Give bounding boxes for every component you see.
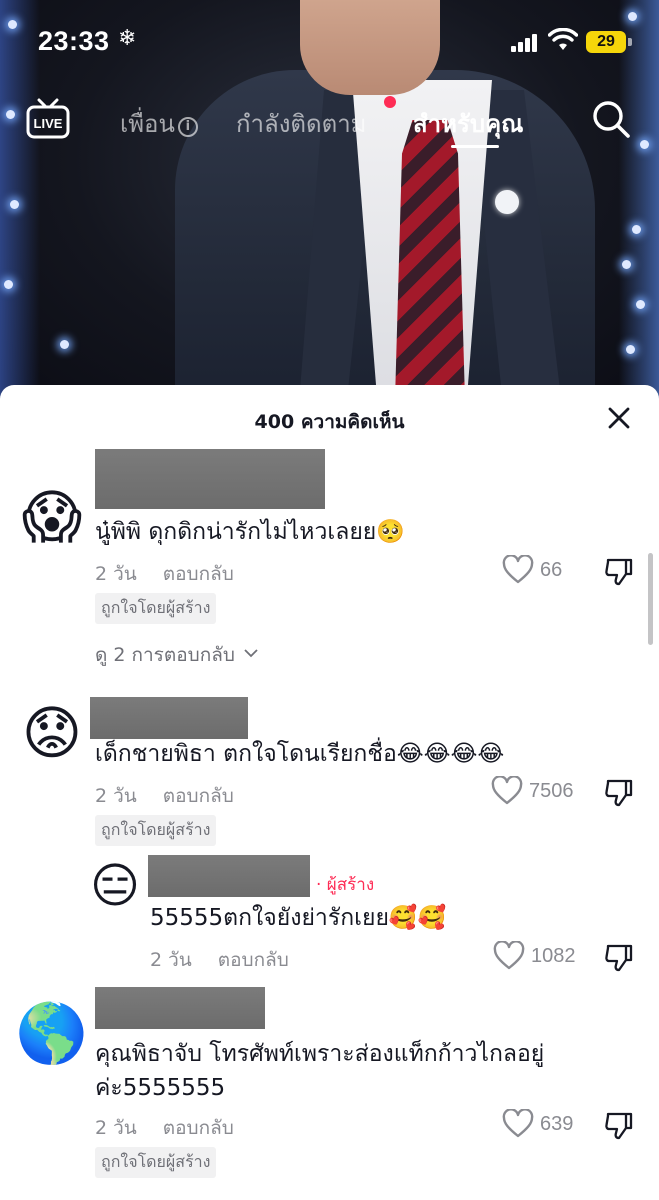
liked-by-creator-badge: ถูกใจโดยผู้สร้าง xyxy=(95,1147,217,1178)
chevron-down-icon xyxy=(244,649,258,658)
reply-button[interactable]: ตอบกลับ xyxy=(163,563,234,585)
wifi-icon xyxy=(548,28,578,50)
status-bar: 23:33 ❄ 29 xyxy=(0,0,659,84)
like-count: 639 xyxy=(540,1112,574,1135)
username-redacted[interactable] xyxy=(95,987,265,1029)
avatar[interactable]: 🌎 xyxy=(16,997,88,1069)
comment-meta: 2 วัน ตอบกลับ xyxy=(150,945,289,975)
comment-text-line1: คุณพิธาจับ โทรศัพท์เพราะส่องแท็กก้าวไกลอ… xyxy=(95,1041,545,1067)
stage-led xyxy=(10,200,19,209)
view-replies-button[interactable]: ดู 2 การตอบกลับ xyxy=(95,640,259,670)
comment-meta: 2 วัน ตอบกลับ xyxy=(95,1113,234,1143)
username-redacted[interactable] xyxy=(95,449,325,509)
battery-level: 29 xyxy=(586,31,626,53)
comment-text: นู๋พิพิ ดุกดิกน่ารักไม่ไหวเลยย🥺 xyxy=(95,519,405,545)
reply-item: 😑 · ผู้สร้าง 55555ตกใจยังย่ารักเยย🥰🥰 2 ว… xyxy=(0,853,659,973)
notification-dot xyxy=(384,96,396,108)
reply-button[interactable]: ตอบกลับ xyxy=(163,1117,234,1139)
speaker-tie xyxy=(395,120,465,400)
liked-by-creator-badge: ถูกใจโดยผู้สร้าง xyxy=(95,815,217,846)
tab-friends[interactable]: เพื่อน i xyxy=(120,104,198,143)
comment-time: 2 วัน xyxy=(150,949,192,971)
comments-count-title: 400 ความคิดเห็น xyxy=(254,411,405,433)
close-icon[interactable] xyxy=(606,405,632,431)
comment-time: 2 วัน xyxy=(95,785,137,807)
like-count: 66 xyxy=(540,558,563,581)
live-label: LIVE xyxy=(34,116,63,131)
live-icon[interactable]: LIVE xyxy=(26,98,70,140)
top-navigation: LIVE เพื่อน i กำลังติดตาม สำหรับคุณ xyxy=(0,88,659,158)
tab-following-label: กำลังติดตาม xyxy=(236,110,367,138)
heart-icon xyxy=(502,555,534,584)
heart-icon xyxy=(491,776,523,805)
tab-for-you[interactable]: สำหรับคุณ xyxy=(413,104,523,143)
tab-following[interactable]: กำลังติดตาม xyxy=(236,104,367,143)
like-count: 7506 xyxy=(529,779,574,802)
dislike-icon[interactable] xyxy=(604,557,634,587)
stage-led xyxy=(4,280,13,289)
comment-time: 2 วัน xyxy=(95,563,137,585)
comment-item: 😱 นู๋พิพิ ดุกดิกน่ารักไม่ไหวเลยย🥺 2 วัน ต… xyxy=(0,449,659,679)
stage-led xyxy=(60,340,69,349)
reply-button[interactable]: ตอบกลับ xyxy=(163,785,234,807)
username-redacted[interactable] xyxy=(90,697,248,739)
comment-time: 2 วัน xyxy=(95,1117,137,1139)
comment-meta: 2 วัน ตอบกลับ xyxy=(95,781,234,811)
status-time: 23:33 xyxy=(38,26,110,56)
avatar[interactable]: 😱 xyxy=(16,481,88,553)
comment-text: เด็กชายพิธา ตกใจโดนเรียกชื่อ😂😂😂😂 xyxy=(95,741,505,767)
dislike-icon[interactable] xyxy=(604,1111,634,1141)
comment-text-line2: ค่ะ5555555 xyxy=(95,1075,226,1101)
comment-meta: 2 วัน ตอบกลับ xyxy=(95,559,234,589)
creator-tag: · ผู้สร้าง xyxy=(316,875,375,895)
comment-text: 55555ตกใจยังย่ารักเยย🥰🥰 xyxy=(150,905,447,931)
comment-item: 🌎 คุณพิธาจับ โทรศัพท์เพราะส่องแท็กก้าวไก… xyxy=(0,985,659,1195)
battery-cap xyxy=(628,38,632,46)
view-replies-label: ดู 2 การตอบกลับ xyxy=(95,644,235,666)
like-button[interactable]: 7506 xyxy=(491,776,574,806)
avatar[interactable]: 😟 xyxy=(16,697,88,769)
reply-button[interactable]: ตอบกลับ xyxy=(218,949,289,971)
comments-sheet: 400 ความคิดเห็น 😱 นู๋พิพิ ดุกดิกน่ารักไม… xyxy=(0,385,659,1200)
stage-led xyxy=(622,260,631,269)
username-redacted[interactable] xyxy=(148,855,310,897)
cellular-signal-icon xyxy=(511,32,541,52)
like-count: 1082 xyxy=(531,944,576,967)
snowflake-icon: ❄ xyxy=(118,26,137,51)
tab-friends-label: เพื่อน xyxy=(120,110,175,138)
info-icon: i xyxy=(177,117,198,137)
like-button[interactable]: 66 xyxy=(502,555,562,585)
heart-icon xyxy=(502,1109,534,1138)
like-button[interactable]: 639 xyxy=(502,1109,573,1139)
stage-led xyxy=(626,345,635,354)
dislike-icon[interactable] xyxy=(604,778,634,808)
lapel-pin xyxy=(495,190,519,214)
comment-item: 😟 เด็กชายพิธา ตกใจโดนเรียกชื่อ😂😂😂😂 2 วัน… xyxy=(0,695,659,846)
dislike-icon[interactable] xyxy=(604,943,634,973)
tab-for-you-label: สำหรับคุณ xyxy=(413,110,524,138)
stage-led xyxy=(636,300,645,309)
stage-led xyxy=(632,225,641,234)
active-tab-indicator xyxy=(451,145,499,148)
like-button[interactable]: 1082 xyxy=(493,941,576,971)
heart-icon xyxy=(493,941,525,970)
search-icon[interactable] xyxy=(590,98,632,140)
avatar[interactable]: 😑 xyxy=(86,857,144,915)
liked-by-creator-badge: ถูกใจโดยผู้สร้าง xyxy=(95,593,217,624)
